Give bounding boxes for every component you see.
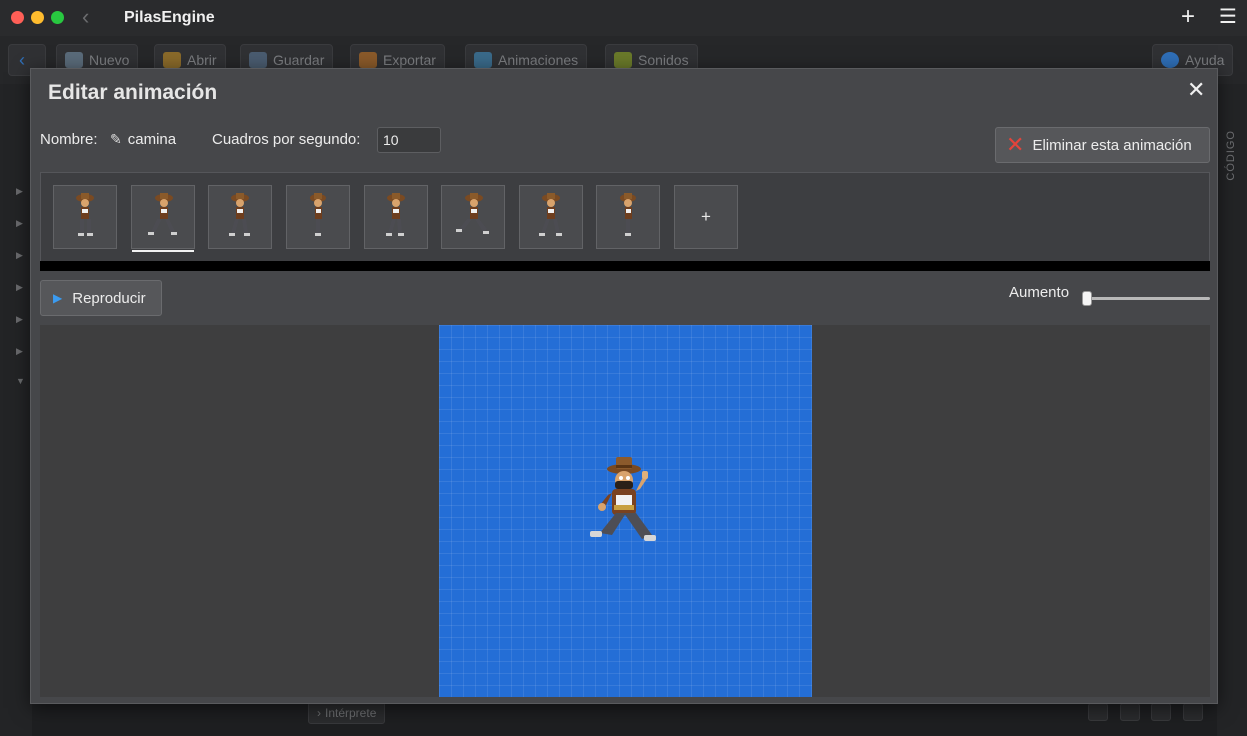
chevron-right-icon[interactable]: ▶ bbox=[16, 250, 23, 261]
left-sidebar: ▶ ▶ ▶ ▶ ▶ ▶ ▼ bbox=[0, 84, 32, 736]
delete-x-icon: ✕ bbox=[1006, 132, 1025, 157]
code-panel-tab[interactable]: CÓDIGO bbox=[1225, 130, 1237, 181]
toolbar-new-label: Nuevo bbox=[89, 52, 130, 68]
app-title: PilasEngine bbox=[124, 9, 215, 26]
right-sidebar bbox=[1217, 84, 1247, 736]
chevron-right-icon[interactable]: ▶ bbox=[16, 218, 23, 229]
zoom-slider-thumb[interactable] bbox=[1082, 291, 1092, 306]
play-button[interactable]: ▶ Reproducir bbox=[40, 280, 162, 316]
frame-6-sprite bbox=[456, 193, 489, 234]
close-window-button[interactable] bbox=[11, 11, 24, 24]
frame-thumbnail-4[interactable] bbox=[286, 185, 350, 249]
chevron-right-icon[interactable]: ▶ bbox=[16, 186, 23, 197]
picture-icon[interactable] bbox=[1151, 703, 1171, 721]
frame-thumbnail-8[interactable] bbox=[596, 185, 660, 249]
frames-strip: + bbox=[40, 172, 1210, 269]
back-icon[interactable]: ‹ bbox=[82, 6, 89, 28]
frame-7-sprite bbox=[539, 193, 562, 236]
chevron-right-icon[interactable]: ▶ bbox=[16, 314, 23, 325]
toolbar-open-label: Abrir bbox=[187, 52, 217, 68]
frame-thumbnail-5[interactable] bbox=[364, 185, 428, 249]
zoom-label: Aumento bbox=[1009, 284, 1070, 301]
frame-thumbnail-6[interactable] bbox=[441, 185, 505, 249]
sound-icon bbox=[614, 52, 632, 68]
chevron-left-icon: ‹ bbox=[19, 49, 25, 70]
zoom-slider-track[interactable] bbox=[1083, 297, 1210, 300]
name-label: Nombre: bbox=[40, 131, 98, 148]
frame-8-sprite bbox=[620, 193, 636, 236]
delete-animation-button[interactable]: ✕ Eliminar esta animación bbox=[995, 127, 1210, 163]
frame-5-sprite bbox=[386, 193, 405, 236]
fps-label: Cuadros por segundo: bbox=[212, 131, 361, 148]
plus-icon: + bbox=[701, 207, 711, 226]
animation-name-value: camina bbox=[127, 131, 177, 148]
character-sprite-preview bbox=[590, 457, 656, 541]
add-icon[interactable]: + bbox=[1181, 3, 1195, 31]
toolbar-help-label: Ayuda bbox=[1185, 52, 1225, 68]
fps-input[interactable] bbox=[377, 127, 441, 153]
toolbar-animations-label: Animaciones bbox=[498, 52, 579, 68]
chevron-right-icon[interactable]: ▶ bbox=[16, 346, 23, 357]
chevron-down-icon[interactable]: ▼ bbox=[16, 376, 25, 386]
animation-icon bbox=[474, 52, 492, 68]
delete-animation-label: Eliminar esta animación bbox=[1032, 136, 1192, 154]
interpreter-label: Intérprete bbox=[325, 706, 377, 720]
frame-thumbnail-7[interactable] bbox=[519, 185, 583, 249]
export-icon bbox=[359, 52, 377, 68]
frame-4-sprite bbox=[310, 193, 326, 236]
help-icon bbox=[1161, 52, 1179, 68]
chevron-right-icon: › bbox=[317, 706, 321, 720]
frame-thumbnail-2[interactable] bbox=[131, 185, 195, 252]
folder-icon bbox=[163, 52, 181, 68]
globe-icon[interactable] bbox=[1088, 703, 1108, 721]
add-frame-button[interactable]: + bbox=[674, 185, 738, 249]
settings-icon[interactable] bbox=[1183, 703, 1203, 721]
dialog-title: Editar animación bbox=[48, 81, 218, 104]
animation-name-field[interactable]: ✎ camina bbox=[110, 131, 176, 148]
hamburger-menu-icon[interactable]: ☰ bbox=[1219, 3, 1237, 31]
toolbar-export-label: Exportar bbox=[383, 52, 436, 68]
pencil-icon: ✎ bbox=[110, 131, 122, 147]
frame-thumbnail-1[interactable] bbox=[53, 185, 117, 249]
window-titlebar: ‹ PilasEngine + ☰ bbox=[0, 0, 1247, 36]
edit-animation-dialog: Editar animación ✕ Nombre: ✎ camina Cuad… bbox=[30, 68, 1218, 704]
frame-1-sprite bbox=[76, 193, 94, 236]
play-label: Reproducir bbox=[72, 289, 146, 307]
frame-2-sprite bbox=[148, 193, 177, 235]
save-icon bbox=[249, 52, 267, 68]
close-icon[interactable]: ✕ bbox=[1187, 79, 1205, 101]
play-icon: ▶ bbox=[53, 291, 63, 305]
frame-3-sprite bbox=[229, 193, 250, 236]
chevron-right-icon[interactable]: ▶ bbox=[16, 282, 23, 293]
bottom-bar bbox=[300, 704, 1217, 736]
minimize-window-button[interactable] bbox=[31, 11, 44, 24]
interpreter-tab[interactable]: › Intérprete bbox=[308, 702, 386, 724]
preview-canvas bbox=[439, 325, 812, 697]
image-icon[interactable] bbox=[1120, 703, 1140, 721]
frames-scrollbar[interactable] bbox=[40, 261, 1210, 271]
toolbar-sounds-label: Sonidos bbox=[638, 52, 689, 68]
toolbar-save-label: Guardar bbox=[273, 52, 325, 68]
frame-thumbnail-3[interactable] bbox=[208, 185, 272, 249]
maximize-window-button[interactable] bbox=[51, 11, 64, 24]
animation-preview-area bbox=[40, 325, 1210, 697]
new-file-icon bbox=[65, 52, 83, 68]
